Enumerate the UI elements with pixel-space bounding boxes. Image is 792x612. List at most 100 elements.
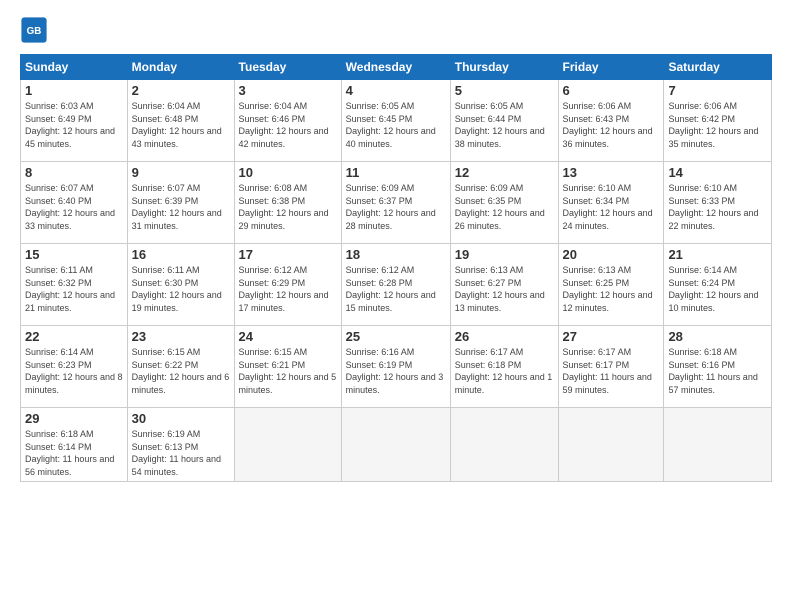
day-info: Sunrise: 6:11 AMSunset: 6:30 PMDaylight:… <box>132 264 230 314</box>
calendar-cell: 26 Sunrise: 6:17 AMSunset: 6:18 PMDaylig… <box>450 326 558 408</box>
calendar-cell <box>664 408 772 482</box>
day-number: 1 <box>25 83 123 98</box>
day-number: 14 <box>668 165 767 180</box>
day-number: 12 <box>455 165 554 180</box>
calendar-cell: 28 Sunrise: 6:18 AMSunset: 6:16 PMDaylig… <box>664 326 772 408</box>
day-number: 15 <box>25 247 123 262</box>
calendar-cell: 2 Sunrise: 6:04 AMSunset: 6:48 PMDayligh… <box>127 80 234 162</box>
logo: GB <box>20 16 52 44</box>
day-number: 25 <box>346 329 446 344</box>
calendar-table: Sunday Monday Tuesday Wednesday Thursday… <box>20 54 772 482</box>
calendar-cell: 3 Sunrise: 6:04 AMSunset: 6:46 PMDayligh… <box>234 80 341 162</box>
day-info: Sunrise: 6:18 AMSunset: 6:14 PMDaylight:… <box>25 428 123 478</box>
day-number: 10 <box>239 165 337 180</box>
logo-icon: GB <box>20 16 48 44</box>
col-monday: Monday <box>127 55 234 80</box>
calendar-page: GB Sunday Monday Tuesday Wednesday Thurs… <box>0 0 792 612</box>
calendar-cell: 20 Sunrise: 6:13 AMSunset: 6:25 PMDaylig… <box>558 244 664 326</box>
calendar-row-2: 8 Sunrise: 6:07 AMSunset: 6:40 PMDayligh… <box>21 162 772 244</box>
day-info: Sunrise: 6:17 AMSunset: 6:17 PMDaylight:… <box>563 346 660 396</box>
calendar-cell: 8 Sunrise: 6:07 AMSunset: 6:40 PMDayligh… <box>21 162 128 244</box>
day-number: 13 <box>563 165 660 180</box>
calendar-cell <box>450 408 558 482</box>
calendar-cell: 21 Sunrise: 6:14 AMSunset: 6:24 PMDaylig… <box>664 244 772 326</box>
col-tuesday: Tuesday <box>234 55 341 80</box>
header: GB <box>20 16 772 44</box>
calendar-cell: 10 Sunrise: 6:08 AMSunset: 6:38 PMDaylig… <box>234 162 341 244</box>
day-number: 16 <box>132 247 230 262</box>
day-number: 30 <box>132 411 230 426</box>
day-info: Sunrise: 6:14 AMSunset: 6:23 PMDaylight:… <box>25 346 123 396</box>
day-info: Sunrise: 6:13 AMSunset: 6:27 PMDaylight:… <box>455 264 554 314</box>
day-number: 20 <box>563 247 660 262</box>
day-number: 6 <box>563 83 660 98</box>
calendar-cell: 15 Sunrise: 6:11 AMSunset: 6:32 PMDaylig… <box>21 244 128 326</box>
day-number: 11 <box>346 165 446 180</box>
header-row: Sunday Monday Tuesday Wednesday Thursday… <box>21 55 772 80</box>
day-info: Sunrise: 6:09 AMSunset: 6:37 PMDaylight:… <box>346 182 446 232</box>
calendar-cell: 30 Sunrise: 6:19 AMSunset: 6:13 PMDaylig… <box>127 408 234 482</box>
calendar-cell: 13 Sunrise: 6:10 AMSunset: 6:34 PMDaylig… <box>558 162 664 244</box>
day-info: Sunrise: 6:12 AMSunset: 6:29 PMDaylight:… <box>239 264 337 314</box>
day-info: Sunrise: 6:04 AMSunset: 6:48 PMDaylight:… <box>132 100 230 150</box>
calendar-cell <box>558 408 664 482</box>
col-saturday: Saturday <box>664 55 772 80</box>
day-number: 29 <box>25 411 123 426</box>
calendar-row-4: 22 Sunrise: 6:14 AMSunset: 6:23 PMDaylig… <box>21 326 772 408</box>
calendar-cell: 19 Sunrise: 6:13 AMSunset: 6:27 PMDaylig… <box>450 244 558 326</box>
day-info: Sunrise: 6:06 AMSunset: 6:42 PMDaylight:… <box>668 100 767 150</box>
day-number: 2 <box>132 83 230 98</box>
day-number: 4 <box>346 83 446 98</box>
day-number: 27 <box>563 329 660 344</box>
day-info: Sunrise: 6:14 AMSunset: 6:24 PMDaylight:… <box>668 264 767 314</box>
day-info: Sunrise: 6:12 AMSunset: 6:28 PMDaylight:… <box>346 264 446 314</box>
calendar-row-5: 29 Sunrise: 6:18 AMSunset: 6:14 PMDaylig… <box>21 408 772 482</box>
day-info: Sunrise: 6:10 AMSunset: 6:34 PMDaylight:… <box>563 182 660 232</box>
calendar-cell: 17 Sunrise: 6:12 AMSunset: 6:29 PMDaylig… <box>234 244 341 326</box>
calendar-cell: 7 Sunrise: 6:06 AMSunset: 6:42 PMDayligh… <box>664 80 772 162</box>
calendar-cell: 22 Sunrise: 6:14 AMSunset: 6:23 PMDaylig… <box>21 326 128 408</box>
calendar-cell: 16 Sunrise: 6:11 AMSunset: 6:30 PMDaylig… <box>127 244 234 326</box>
day-info: Sunrise: 6:10 AMSunset: 6:33 PMDaylight:… <box>668 182 767 232</box>
day-info: Sunrise: 6:08 AMSunset: 6:38 PMDaylight:… <box>239 182 337 232</box>
day-info: Sunrise: 6:16 AMSunset: 6:19 PMDaylight:… <box>346 346 446 396</box>
calendar-cell: 27 Sunrise: 6:17 AMSunset: 6:17 PMDaylig… <box>558 326 664 408</box>
day-number: 17 <box>239 247 337 262</box>
day-number: 24 <box>239 329 337 344</box>
col-thursday: Thursday <box>450 55 558 80</box>
calendar-row-1: 1 Sunrise: 6:03 AMSunset: 6:49 PMDayligh… <box>21 80 772 162</box>
day-number: 3 <box>239 83 337 98</box>
day-info: Sunrise: 6:17 AMSunset: 6:18 PMDaylight:… <box>455 346 554 396</box>
day-number: 19 <box>455 247 554 262</box>
calendar-cell: 23 Sunrise: 6:15 AMSunset: 6:22 PMDaylig… <box>127 326 234 408</box>
day-number: 21 <box>668 247 767 262</box>
calendar-cell: 24 Sunrise: 6:15 AMSunset: 6:21 PMDaylig… <box>234 326 341 408</box>
calendar-cell <box>234 408 341 482</box>
day-number: 23 <box>132 329 230 344</box>
day-info: Sunrise: 6:07 AMSunset: 6:39 PMDaylight:… <box>132 182 230 232</box>
calendar-cell: 9 Sunrise: 6:07 AMSunset: 6:39 PMDayligh… <box>127 162 234 244</box>
day-info: Sunrise: 6:18 AMSunset: 6:16 PMDaylight:… <box>668 346 767 396</box>
calendar-cell: 25 Sunrise: 6:16 AMSunset: 6:19 PMDaylig… <box>341 326 450 408</box>
day-number: 22 <box>25 329 123 344</box>
day-info: Sunrise: 6:15 AMSunset: 6:21 PMDaylight:… <box>239 346 337 396</box>
day-number: 9 <box>132 165 230 180</box>
day-info: Sunrise: 6:11 AMSunset: 6:32 PMDaylight:… <box>25 264 123 314</box>
day-info: Sunrise: 6:09 AMSunset: 6:35 PMDaylight:… <box>455 182 554 232</box>
col-wednesday: Wednesday <box>341 55 450 80</box>
day-info: Sunrise: 6:13 AMSunset: 6:25 PMDaylight:… <box>563 264 660 314</box>
calendar-cell: 11 Sunrise: 6:09 AMSunset: 6:37 PMDaylig… <box>341 162 450 244</box>
day-info: Sunrise: 6:19 AMSunset: 6:13 PMDaylight:… <box>132 428 230 478</box>
day-info: Sunrise: 6:05 AMSunset: 6:44 PMDaylight:… <box>455 100 554 150</box>
svg-text:GB: GB <box>27 26 42 37</box>
day-info: Sunrise: 6:05 AMSunset: 6:45 PMDaylight:… <box>346 100 446 150</box>
day-info: Sunrise: 6:04 AMSunset: 6:46 PMDaylight:… <box>239 100 337 150</box>
calendar-cell <box>341 408 450 482</box>
day-number: 8 <box>25 165 123 180</box>
day-info: Sunrise: 6:03 AMSunset: 6:49 PMDaylight:… <box>25 100 123 150</box>
day-number: 26 <box>455 329 554 344</box>
day-number: 7 <box>668 83 767 98</box>
calendar-cell: 5 Sunrise: 6:05 AMSunset: 6:44 PMDayligh… <box>450 80 558 162</box>
calendar-cell: 4 Sunrise: 6:05 AMSunset: 6:45 PMDayligh… <box>341 80 450 162</box>
calendar-cell: 14 Sunrise: 6:10 AMSunset: 6:33 PMDaylig… <box>664 162 772 244</box>
